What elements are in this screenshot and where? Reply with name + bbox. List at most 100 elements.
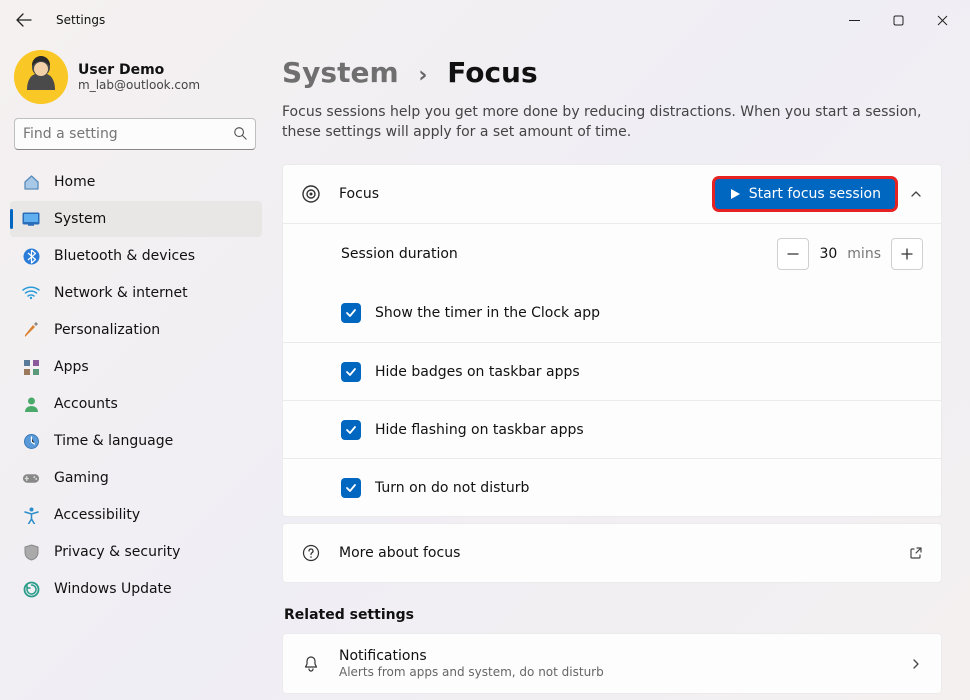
focus-card: Focus Start focus session Session durati… (282, 164, 942, 517)
sidebar-item-label: Gaming (54, 470, 252, 486)
focus-icon (301, 184, 321, 204)
sidebar-item-label: System (54, 211, 252, 227)
breadcrumb-separator: › (418, 63, 427, 88)
home-icon (22, 173, 40, 191)
duration-value: 30 (819, 246, 837, 262)
arrow-left-icon (16, 12, 32, 28)
focus-option-label: Hide flashing on taskbar apps (375, 422, 923, 438)
focus-option-checkbox[interactable] (341, 362, 361, 382)
chevron-right-icon (909, 657, 923, 671)
sidebar-item-accounts[interactable]: Accounts (10, 386, 262, 422)
bell-icon (301, 654, 321, 674)
sidebar-item-apps[interactable]: Apps (10, 349, 262, 385)
nav-list: Home System Bluetooth & devices Network & i… (10, 164, 262, 607)
maximize-button[interactable] (876, 5, 920, 35)
sidebar-item-label: Home (54, 174, 252, 190)
minimize-icon (849, 15, 860, 26)
sidebar-item-network-internet[interactable]: Network & internet (10, 275, 262, 311)
focus-option-row: Show the timer in the Clock app (283, 284, 941, 342)
focus-header-row: Focus Start focus session (283, 165, 941, 223)
close-button[interactable] (920, 5, 964, 35)
account-icon (22, 395, 40, 413)
bluetooth-icon (22, 247, 40, 265)
maximize-icon (893, 15, 904, 26)
focus-option-label: Turn on do not disturb (375, 480, 923, 496)
apps-icon (22, 358, 40, 376)
collapse-toggle[interactable] (909, 187, 923, 201)
notifications-desc: Alerts from apps and system, do not dist… (339, 665, 895, 679)
sidebar-item-privacy-security[interactable]: Privacy & security (10, 534, 262, 570)
notifications-label: Notifications (339, 648, 895, 664)
sidebar-item-label: Accessibility (54, 507, 252, 523)
profile-block[interactable]: User Demo m_lab@outlook.com (14, 50, 254, 104)
focus-option-row: Hide badges on taskbar apps (283, 342, 941, 400)
close-icon (937, 15, 948, 26)
check-icon (345, 424, 357, 436)
breadcrumb-parent[interactable]: System (282, 56, 399, 89)
sidebar-item-home[interactable]: Home (10, 164, 262, 200)
more-about-focus-label: More about focus (339, 545, 895, 561)
paint-icon (22, 321, 40, 339)
back-button[interactable] (10, 6, 38, 34)
privacy-icon (22, 543, 40, 561)
search-input[interactable] (23, 126, 233, 142)
window-titlebar: Settings (0, 0, 970, 40)
page-description: Focus sessions help you get more done by… (282, 103, 942, 142)
question-icon (301, 543, 321, 563)
duration-increment-button[interactable] (891, 238, 923, 270)
open-external-icon (909, 546, 923, 560)
sidebar: User Demo m_lab@outlook.com Home System Bl… (0, 40, 268, 700)
check-icon (345, 482, 357, 494)
time-icon (22, 432, 40, 450)
sidebar-item-label: Privacy & security (54, 544, 252, 560)
search-icon (233, 125, 247, 144)
main-content: System › Focus Focus sessions help you g… (268, 40, 970, 700)
focus-option-row: Turn on do not disturb (283, 458, 941, 516)
sidebar-item-label: Bluetooth & devices (54, 248, 252, 264)
gaming-icon (22, 469, 40, 487)
focus-label: Focus (339, 186, 715, 202)
session-duration-row: Session duration 30 mins (283, 223, 941, 284)
more-about-focus-card[interactable]: More about focus (282, 523, 942, 583)
accessibility-icon (22, 506, 40, 524)
page-title: Focus (447, 56, 537, 89)
duration-decrement-button[interactable] (777, 238, 809, 270)
chevron-up-icon (910, 188, 922, 200)
start-focus-session-button[interactable]: Start focus session (715, 179, 895, 209)
sidebar-item-gaming[interactable]: Gaming (10, 460, 262, 496)
system-icon (22, 210, 40, 228)
plus-icon (901, 248, 913, 260)
sidebar-item-accessibility[interactable]: Accessibility (10, 497, 262, 533)
focus-option-label: Hide badges on taskbar apps (375, 364, 923, 380)
profile-name: User Demo (78, 62, 200, 78)
notifications-card[interactable]: Notifications Alerts from apps and syste… (282, 633, 942, 694)
sidebar-item-personalization[interactable]: Personalization (10, 312, 262, 348)
session-duration-label: Session duration (341, 246, 777, 262)
sidebar-item-system[interactable]: System (10, 201, 262, 237)
duration-spinner: 30 mins (777, 238, 923, 270)
check-icon (345, 366, 357, 378)
related-section-title: Related settings (284, 607, 942, 623)
sidebar-item-label: Windows Update (54, 581, 252, 597)
focus-option-label: Show the timer in the Clock app (375, 305, 923, 321)
sidebar-item-time-language[interactable]: Time & language (10, 423, 262, 459)
wifi-icon (22, 284, 40, 302)
breadcrumb: System › Focus (282, 56, 942, 89)
sidebar-item-label: Time & language (54, 433, 252, 449)
sidebar-item-bluetooth-devices[interactable]: Bluetooth & devices (10, 238, 262, 274)
sidebar-item-label: Network & internet (54, 285, 252, 301)
avatar (14, 50, 68, 104)
duration-unit: mins (847, 246, 881, 262)
profile-email: m_lab@outlook.com (78, 78, 200, 92)
focus-option-row: Hide flashing on taskbar apps (283, 400, 941, 458)
update-icon (22, 580, 40, 598)
minus-icon (787, 248, 799, 260)
focus-option-checkbox[interactable] (341, 478, 361, 498)
search-input-container[interactable] (14, 118, 256, 150)
minimize-button[interactable] (832, 5, 876, 35)
focus-option-checkbox[interactable] (341, 420, 361, 440)
window-title: Settings (56, 13, 105, 27)
sidebar-item-windows-update[interactable]: Windows Update (10, 571, 262, 607)
focus-option-checkbox[interactable] (341, 303, 361, 323)
check-icon (345, 307, 357, 319)
